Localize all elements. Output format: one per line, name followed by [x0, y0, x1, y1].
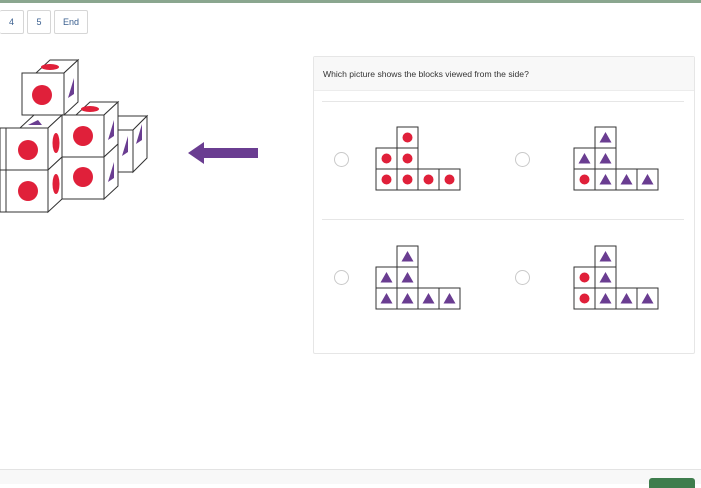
- question-card: Which picture shows the blocks viewed fr…: [313, 56, 695, 354]
- option-b-grid[interactable]: [573, 126, 661, 192]
- option-b-radio[interactable]: [515, 152, 530, 167]
- circle-icon: [579, 174, 590, 185]
- circle-icon: [444, 174, 455, 185]
- bottom-bar: [0, 469, 701, 484]
- circle-icon: [423, 174, 434, 185]
- circle-icon: [402, 132, 413, 143]
- circle-icon: [402, 174, 413, 185]
- question-pager: 4 5 End: [0, 10, 88, 36]
- pager-button-4[interactable]: 4: [0, 10, 24, 34]
- pager-button-end[interactable]: End: [54, 10, 88, 34]
- divider: [322, 101, 684, 102]
- option-c-radio[interactable]: [334, 270, 349, 285]
- question-text: Which picture shows the blocks viewed fr…: [323, 68, 529, 79]
- circle-icon: [381, 174, 392, 185]
- next-button[interactable]: [649, 478, 695, 488]
- pager-button-5[interactable]: 5: [27, 10, 51, 34]
- option-a-grid[interactable]: [375, 126, 463, 192]
- circle-icon: [579, 272, 590, 283]
- top-accent-bar: [0, 0, 701, 3]
- divider: [322, 219, 684, 220]
- circle-icon: [402, 153, 413, 164]
- option-d-radio[interactable]: [515, 270, 530, 285]
- question-header: Which picture shows the blocks viewed fr…: [314, 57, 694, 91]
- option-c-grid[interactable]: [375, 245, 463, 311]
- option-d-grid[interactable]: [573, 245, 661, 311]
- circle-icon: [579, 293, 590, 304]
- option-a-radio[interactable]: [334, 152, 349, 167]
- circle-icon: [381, 153, 392, 164]
- arrow-left-icon: [188, 142, 258, 164]
- block-figure: [0, 58, 149, 214]
